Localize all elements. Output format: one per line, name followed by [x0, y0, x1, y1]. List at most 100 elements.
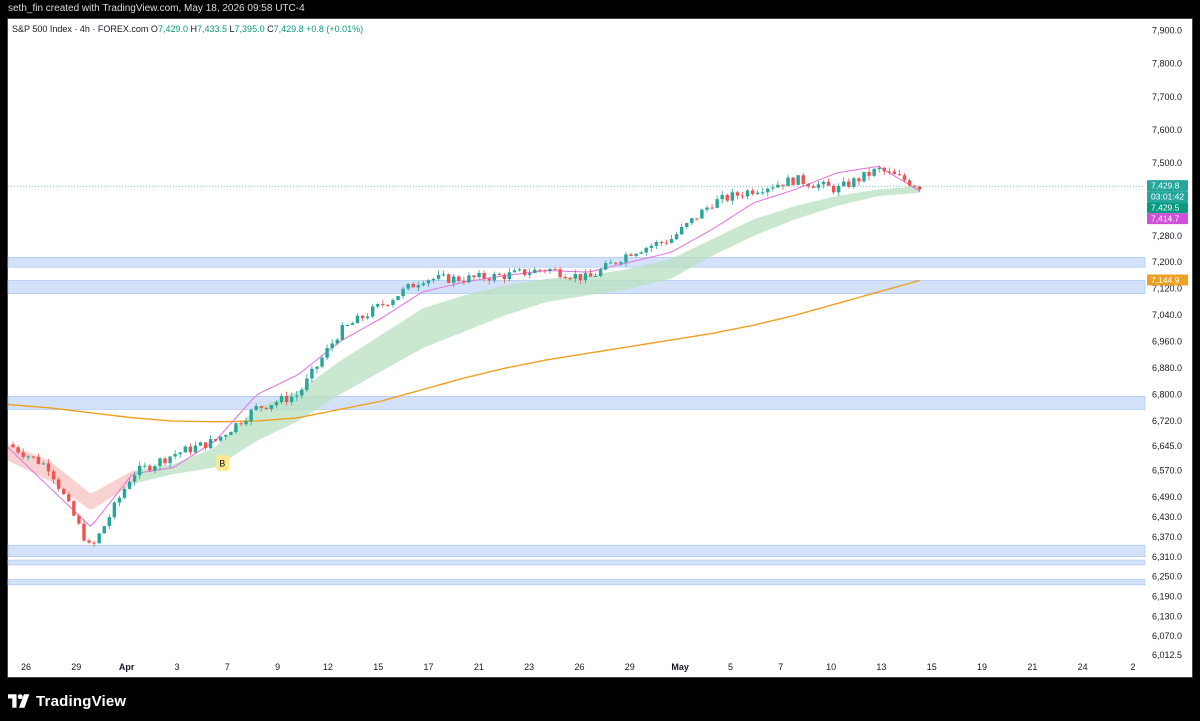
price-chart[interactable]: 7,900.0 7,800.0 7,700.0 7,600.0 7,500.0 7,280… — [0, 0, 1200, 679]
candle-body — [538, 269, 542, 271]
candle-body — [857, 178, 861, 182]
legend-close: 7,429.8 — [273, 24, 304, 34]
candle-body — [700, 209, 704, 219]
candle-body — [310, 368, 314, 379]
candle-body — [482, 272, 486, 279]
candle-body — [558, 269, 562, 278]
candle-body — [365, 316, 370, 319]
y-tick-label: 6,070.0 — [1152, 631, 1182, 641]
candle-body — [254, 406, 258, 410]
x-tick-label: 5 — [728, 662, 733, 672]
candle-body — [173, 454, 177, 457]
candle-body — [761, 192, 765, 194]
tradingview-logo[interactable]: TradingView — [8, 691, 126, 711]
candle-body — [477, 272, 481, 278]
candle-body — [315, 366, 319, 369]
candle-body — [755, 192, 760, 194]
candle-body — [452, 276, 456, 283]
y-tick-label: 6,190.0 — [1152, 591, 1182, 601]
candle-body — [431, 278, 436, 281]
candle-body — [598, 269, 603, 276]
candle-body — [325, 348, 329, 358]
y-tick-label: 6,490.0 — [1152, 492, 1182, 502]
x-tick-label: 12 — [323, 662, 333, 672]
y-tick-label: 7,500.0 — [1152, 158, 1182, 168]
candle-body — [897, 174, 902, 176]
candle-body — [51, 471, 56, 480]
candle-body — [462, 281, 466, 283]
candle-body — [208, 439, 213, 449]
candle-body — [56, 479, 61, 489]
candle-body — [244, 421, 248, 425]
legend-change: +0.8 (+0.01%) — [306, 24, 364, 34]
candle-body — [715, 199, 719, 208]
candle-body — [487, 278, 491, 281]
candle-body — [219, 436, 223, 441]
candle-body — [305, 378, 309, 390]
tradingview-brand: TradingView — [36, 692, 127, 710]
candle-body — [543, 270, 547, 272]
candle-body — [568, 278, 572, 280]
legend-high: 7,433.5 — [196, 24, 228, 34]
candle-body — [360, 315, 365, 319]
candle-body — [21, 452, 25, 457]
candle-body — [46, 463, 51, 472]
candle-body — [892, 171, 897, 175]
y-tick-label: 6,720.0 — [1152, 416, 1182, 426]
footer-bar: TradingView — [0, 679, 1200, 721]
candle-body — [213, 439, 218, 441]
candle-body — [639, 252, 643, 254]
candle-body — [163, 458, 167, 464]
legend-open-label: O — [150, 24, 158, 34]
candle-body — [821, 181, 826, 185]
candle-body — [685, 223, 689, 227]
candle-body — [644, 247, 648, 253]
candle-body — [340, 325, 344, 340]
candle-body — [183, 446, 187, 453]
x-tick-label: 2 — [1130, 662, 1135, 672]
candle-body — [229, 432, 233, 436]
candle-body — [148, 465, 152, 471]
candle-body — [862, 171, 866, 182]
candle-body — [649, 245, 653, 248]
x-tick-label: 21 — [1027, 662, 1037, 672]
candle-body — [320, 357, 324, 367]
candle-body — [72, 501, 76, 516]
candle-body — [664, 242, 669, 244]
x-tick-label: 19 — [977, 662, 987, 672]
y-tick-label: 6,250.0 — [1152, 572, 1182, 582]
candle-body — [137, 465, 142, 476]
candle-body — [132, 475, 137, 482]
candle-body — [619, 262, 623, 264]
x-tick-label: 29 — [71, 662, 81, 672]
candle-body — [11, 444, 15, 448]
candle-body — [269, 405, 274, 409]
candle-body — [234, 423, 238, 433]
candle-body — [690, 218, 694, 224]
candle-body — [239, 423, 243, 425]
candle-body — [127, 481, 132, 489]
candle-body — [77, 515, 81, 524]
candle-body — [178, 452, 182, 455]
candle-body — [416, 285, 420, 288]
candle-body — [791, 177, 795, 185]
candle-body — [588, 273, 593, 277]
candle-body — [249, 409, 253, 422]
candle-body — [872, 168, 876, 176]
candle-body — [376, 304, 380, 307]
y-tick-label: 6,960.0 — [1152, 337, 1182, 347]
support-zone-2 — [7, 395, 1146, 410]
price-label-ma_fast: 7,414.7 — [1151, 214, 1180, 224]
y-tick-label: 6,570.0 — [1152, 466, 1182, 476]
candle-body — [867, 171, 871, 176]
price-label-ma: 7,429.5 — [1151, 203, 1180, 213]
candle-body — [811, 186, 816, 188]
x-tick-label: 21 — [474, 662, 484, 672]
candle-body — [786, 177, 790, 187]
candle-body — [745, 190, 750, 197]
candle-body — [796, 175, 800, 185]
x-tick-label: 7 — [225, 662, 230, 672]
candle-body — [826, 181, 831, 186]
candle-body — [122, 488, 127, 498]
candle-body — [457, 276, 461, 282]
